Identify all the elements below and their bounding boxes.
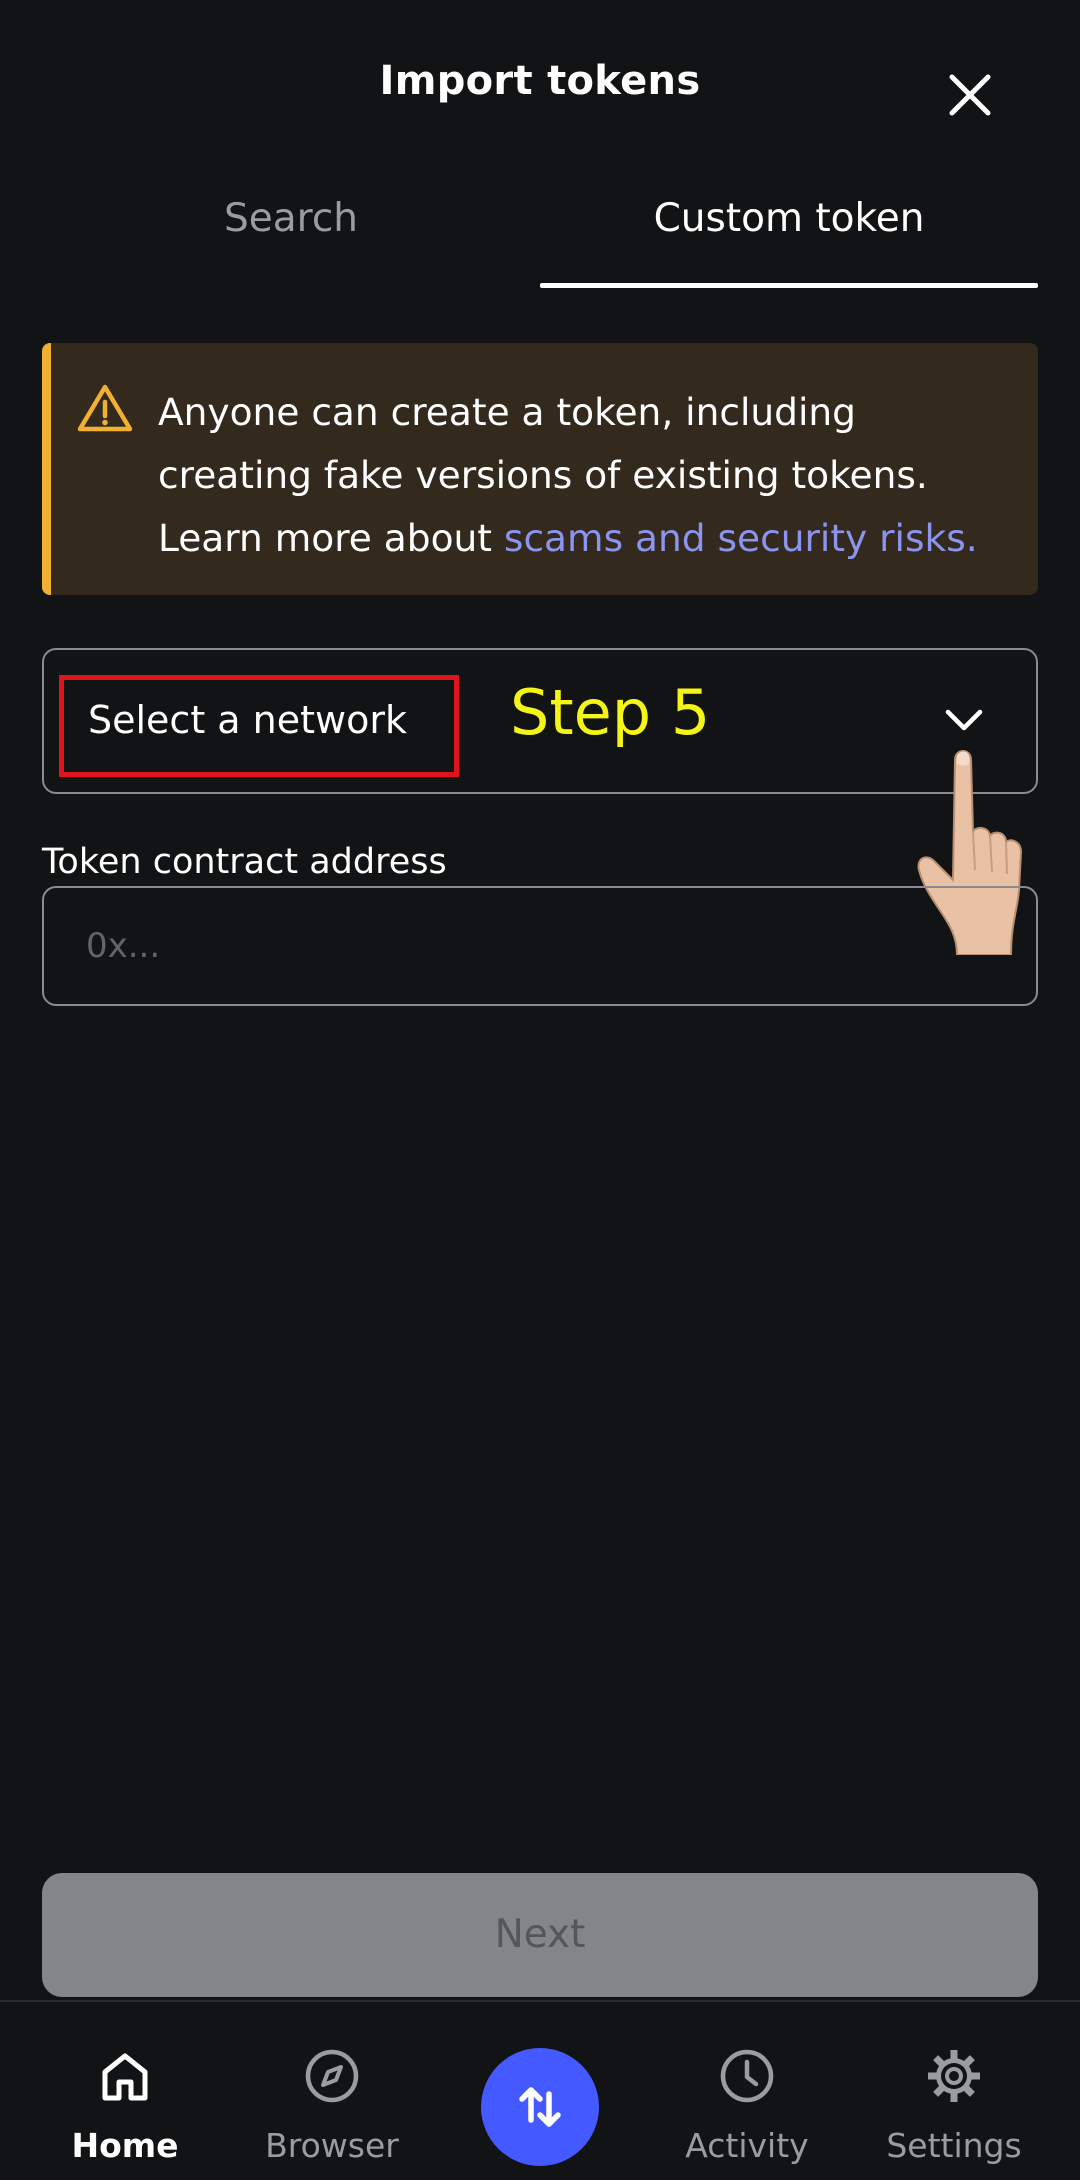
clock-icon [720, 2049, 774, 2103]
swap-arrows-icon [519, 2087, 561, 2127]
nav-label-home: Home [71, 2126, 179, 2165]
tab-search[interactable]: Search [42, 196, 540, 288]
active-tab-indicator [540, 283, 1038, 288]
annotation-step-label: Step 5 [510, 676, 711, 749]
compass-icon [305, 2049, 359, 2103]
nav-label-browser: Browser [265, 2126, 399, 2165]
home-icon [102, 2053, 148, 2101]
gear-icon [928, 2050, 980, 2102]
warning-accent-bar [42, 343, 51, 595]
token-address-label: Token contract address [42, 842, 447, 882]
warning-icon [77, 384, 133, 432]
nav-label-activity: Activity [685, 2126, 809, 2165]
scams-security-link[interactable]: scams and security risks. [504, 516, 978, 560]
warning-banner: Anyone can create a token, including cre… [42, 343, 1038, 595]
nav-item-settings[interactable]: Settings [874, 2002, 1034, 2180]
annotation-highlight-box [59, 675, 459, 777]
tab-bar: Search Custom token [42, 196, 1038, 288]
swap-button[interactable] [481, 2048, 599, 2166]
nav-label-settings: Settings [886, 2126, 1022, 2165]
nav-item-home[interactable]: Home [45, 2002, 205, 2180]
nav-item-browser[interactable]: Browser [252, 2002, 412, 2180]
next-button[interactable]: Next [42, 1873, 1038, 1997]
token-address-input[interactable] [42, 886, 1038, 1006]
page-title: Import tokens [379, 58, 701, 104]
close-icon [949, 74, 991, 116]
warning-text: Anyone can create a token, including cre… [158, 381, 1018, 570]
close-button[interactable] [945, 70, 995, 120]
tab-custom-token[interactable]: Custom token [540, 196, 1038, 288]
nav-item-activity[interactable]: Activity [667, 2002, 827, 2180]
chevron-down-icon [945, 709, 983, 731]
